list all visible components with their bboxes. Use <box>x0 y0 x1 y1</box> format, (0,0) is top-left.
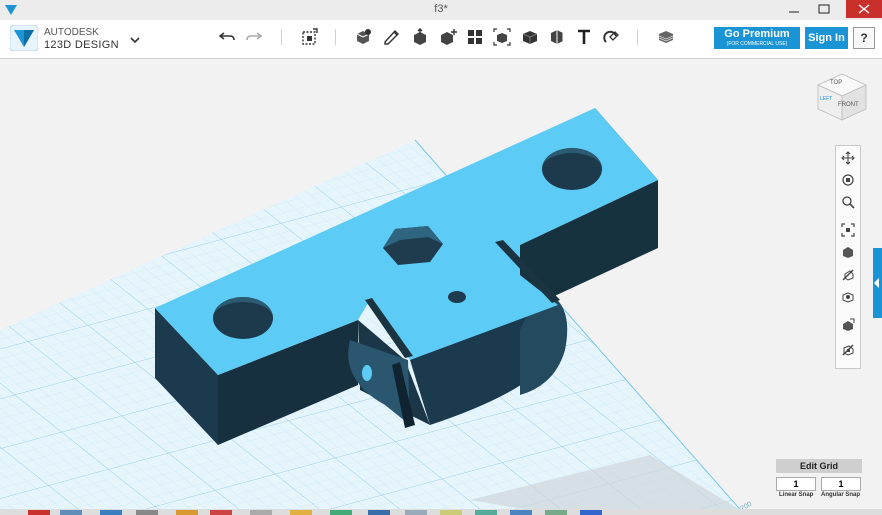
primitives-icon[interactable] <box>352 26 374 48</box>
taskbar-item[interactable] <box>330 510 352 515</box>
taskbar-item[interactable] <box>176 510 198 515</box>
undo-icon[interactable] <box>216 26 238 48</box>
combine-icon[interactable] <box>519 26 541 48</box>
navigation-bar <box>835 145 861 369</box>
visibility-icon[interactable] <box>839 266 857 284</box>
side-hole <box>362 365 372 381</box>
construct-icon[interactable] <box>409 26 431 48</box>
main-toolbar: AUTODESK 123D DESIGN Go Premium (FOR COM… <box>0 20 882 59</box>
redo-icon[interactable] <box>243 26 265 48</box>
angular-snap-label: Angular Snap <box>821 492 861 498</box>
3d-viewport[interactable]: 200 TOP FRONT LEFT <box>0 59 882 515</box>
linear-snap-input[interactable]: 1 <box>776 477 816 491</box>
material-icon[interactable] <box>655 26 677 48</box>
view-icon[interactable] <box>839 243 857 261</box>
taskbar-item[interactable] <box>405 510 427 515</box>
close-icon[interactable] <box>846 0 882 18</box>
logo-icon <box>9 24 39 52</box>
window-title: f3* <box>434 3 448 15</box>
view-cube[interactable]: TOP FRONT LEFT <box>817 73 867 121</box>
toolbar-separator <box>281 29 282 45</box>
help-button[interactable]: ? <box>853 27 875 49</box>
measure-icon[interactable] <box>546 26 568 48</box>
premium-label: Go Premium <box>724 28 790 40</box>
grid-icon[interactable] <box>839 316 857 334</box>
taskbar-item[interactable] <box>136 510 158 515</box>
taskbar-item[interactable] <box>368 510 390 515</box>
grouping-icon[interactable] <box>491 26 513 48</box>
brand-line1: AUTODESK <box>44 27 99 38</box>
taskbar-item[interactable] <box>100 510 122 515</box>
toolbar-separator <box>637 29 638 45</box>
sketch-icon[interactable] <box>381 26 403 48</box>
viewcube-front[interactable]: FRONT <box>838 102 859 108</box>
pin-hole <box>448 291 466 303</box>
scene: 200 TOP FRONT LEFT <box>0 73 867 515</box>
go-premium-button[interactable]: Go Premium (FOR COMMERCIAL USE) <box>714 27 800 49</box>
edit-grid-button[interactable]: Edit Grid <box>776 459 862 473</box>
taskbar-item[interactable] <box>28 510 50 515</box>
minimize-icon[interactable] <box>780 0 808 18</box>
text-icon[interactable] <box>573 26 595 48</box>
app-logo: AUTODESK 123D DESIGN <box>9 24 119 56</box>
orbit-icon[interactable] <box>839 171 857 189</box>
taskbar-item[interactable] <box>60 510 82 515</box>
maximize-icon[interactable] <box>810 0 838 18</box>
modify-icon[interactable] <box>437 26 459 48</box>
sign-in-button[interactable]: Sign In <box>805 27 848 49</box>
taskbar-item[interactable] <box>580 510 602 515</box>
taskbar-item[interactable] <box>250 510 272 515</box>
pan-icon[interactable] <box>839 149 857 167</box>
pattern-icon[interactable] <box>464 26 486 48</box>
brand-line2: 123D DESIGN <box>44 39 119 51</box>
chevron-left-icon <box>874 278 879 288</box>
taskbar-item[interactable] <box>290 510 312 515</box>
fit-icon[interactable] <box>839 221 857 239</box>
taskbar-item[interactable] <box>510 510 532 515</box>
taskbar-item[interactable] <box>545 510 567 515</box>
toolbar-separator <box>335 29 336 45</box>
angular-snap-input[interactable]: 1 <box>821 477 861 491</box>
premium-sublabel: (FOR COMMERCIAL USE) <box>726 41 788 47</box>
taskbar-item[interactable] <box>475 510 497 515</box>
transform-icon[interactable] <box>299 26 321 48</box>
linear-snap-label: Linear Snap <box>779 492 814 498</box>
taskbar-item[interactable] <box>210 510 232 515</box>
snap-icon[interactable] <box>600 26 622 48</box>
snap-view-icon[interactable] <box>839 341 857 359</box>
viewcube-left[interactable]: LEFT <box>820 96 832 102</box>
chevron-down-icon[interactable] <box>129 36 141 44</box>
material-view-icon[interactable] <box>839 288 857 306</box>
side-panel-toggle[interactable] <box>873 248 882 318</box>
zoom-icon[interactable] <box>839 193 857 211</box>
viewcube-top[interactable]: TOP <box>830 80 842 86</box>
window-titlebar: f3* <box>0 0 882 21</box>
taskbar-item[interactable] <box>440 510 462 515</box>
